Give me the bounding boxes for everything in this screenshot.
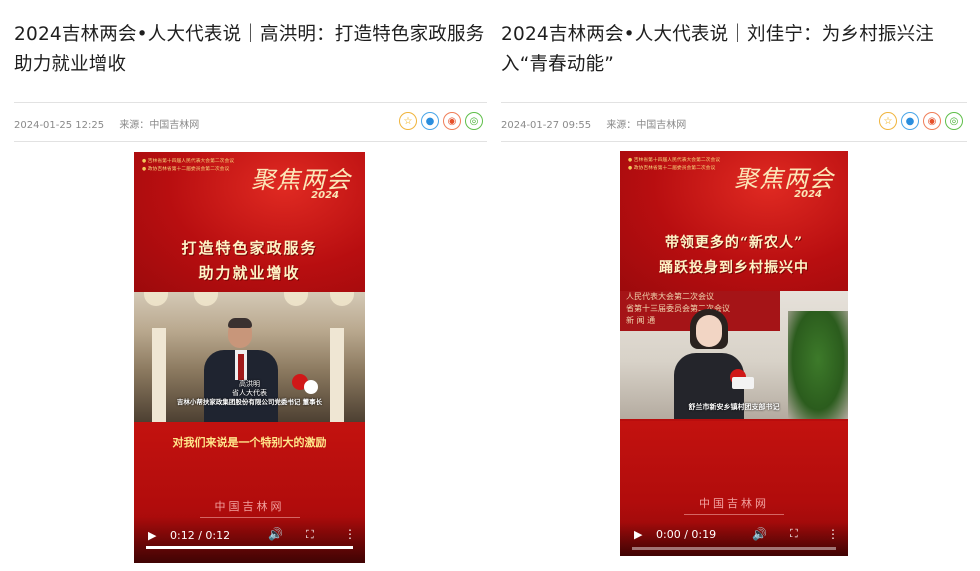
caption-name: 高洪明	[239, 380, 260, 388]
brand-year: 2024	[794, 189, 822, 200]
share-bar: ☆ ● ◉ ◎	[399, 112, 483, 130]
volume-icon[interactable]: 🔊	[268, 527, 283, 541]
emblem-line: 吉林省第十四届人民代表大会第二次会议	[628, 157, 720, 165]
share-bar: ☆ ● ◉ ◎	[879, 112, 963, 130]
favorite-icon[interactable]: ☆	[879, 112, 897, 130]
ceiling-lamp	[144, 292, 168, 306]
article-title[interactable]: 2024吉林两会•人大代表说｜刘佳宁：为乡村振兴注入“青春动能”	[501, 0, 967, 80]
article-card-2: 2024吉林两会•人大代表说｜刘佳宁：为乡村振兴注入“青春动能” 2024-01…	[501, 0, 967, 142]
backdrop-line: 人民代表大会第二次会议	[626, 292, 714, 301]
article-title[interactable]: 2024吉林两会•人大代表说｜高洪明：打造特色家政服务助力就业增收	[14, 0, 487, 80]
slogan-line: 助力就业增收	[198, 264, 301, 282]
video-header-graphic: 吉林省第十四届人民代表大会第二次会议 政协吉林省第十二届委员会第二次会议 聚焦两…	[134, 152, 365, 292]
slogan-line: 踊跃投身到乡村振兴中	[659, 260, 809, 276]
video-slogan: 带领更多的“新农人” 踊跃投身到乡村振兴中	[620, 231, 848, 281]
caption-role: 省人大代表	[232, 389, 267, 397]
progress-fill	[146, 546, 353, 549]
pillar	[330, 328, 344, 422]
slogan-line: 带领更多的“新农人”	[664, 235, 804, 251]
source-name: 中国吉林网	[149, 120, 200, 131]
source: 来源：中国吉林网	[119, 120, 199, 131]
publish-date: 2024-01-27 09:55	[501, 120, 592, 131]
source-name: 中国吉林网	[636, 120, 687, 131]
watermark-text: 中国吉林网	[214, 500, 285, 513]
volume-icon[interactable]: 🔊	[752, 527, 767, 541]
pillar	[152, 328, 166, 422]
microphone-icon	[732, 377, 754, 389]
play-icon[interactable]: ▶	[148, 529, 156, 542]
wechat-share-icon[interactable]: ◎	[465, 112, 483, 130]
article-info: 2024-01-25 12:25 来源：中国吉林网	[14, 116, 211, 131]
article-meta: 2024-01-25 12:25 来源：中国吉林网 ☆ ● ◉ ◎	[14, 102, 487, 142]
video-player[interactable]: 吉林省第十四届人民代表大会第二次会议 政协吉林省第十二届委员会第二次会议 聚焦两…	[620, 151, 848, 556]
meeting-emblems: 吉林省第十四届人民代表大会第二次会议 政协吉林省第十二届委员会第二次会议	[142, 158, 234, 174]
more-options-icon[interactable]: ⋮	[827, 527, 839, 541]
fullscreen-icon[interactable]: ⛶	[790, 527, 798, 541]
ceiling-lamp	[284, 292, 308, 306]
video-controls: ▶ 0:12 / 0:12 🔊 ⛶ ⋮	[134, 517, 365, 563]
fullscreen-icon[interactable]: ⛶	[306, 528, 314, 542]
video-time: 0:00 / 0:19	[656, 528, 717, 541]
video-subtitle: 对我们来说是一个特别大的激励	[172, 436, 327, 449]
meeting-emblems: 吉林省第十四届人民代表大会第二次会议 政协吉林省第十二届委员会第二次会议	[628, 157, 720, 173]
name-caption: 舒兰市新安乡镇村团支部书记	[688, 403, 780, 411]
emblem-line: 政协吉林省第十二届委员会第二次会议	[628, 165, 720, 173]
video-slogan: 打造特色家政服务 助力就业增收	[134, 236, 365, 286]
watermark: 中国吉林网	[134, 498, 365, 518]
play-icon[interactable]: ▶	[634, 528, 642, 541]
weibo-share-icon[interactable]: ◉	[443, 112, 461, 130]
caption-org: 吉林小帮扶家政集团股份有限公司党委书记 董事长	[176, 398, 323, 406]
video-player[interactable]: 吉林省第十四届人民代表大会第二次会议 政协吉林省第十二届委员会第二次会议 聚焦两…	[134, 152, 365, 563]
slogan-line: 打造特色家政服务	[181, 239, 318, 257]
article-info: 2024-01-27 09:55 来源：中国吉林网	[501, 116, 698, 131]
source: 来源：中国吉林网	[606, 120, 686, 131]
ceiling-lamp	[194, 292, 218, 306]
favorite-icon[interactable]: ☆	[399, 112, 417, 130]
video-controls: ▶ 0:00 / 0:19 🔊 ⛶ ⋮	[620, 522, 848, 556]
more-options-icon[interactable]: ⋮	[344, 527, 356, 541]
qq-share-icon[interactable]: ●	[901, 112, 919, 130]
qq-share-icon[interactable]: ●	[421, 112, 439, 130]
brand-year: 2024	[311, 190, 339, 201]
source-label: 来源：	[119, 120, 150, 131]
video-time: 0:12 / 0:12	[170, 529, 231, 542]
source-label: 来源：	[606, 120, 637, 131]
progress-bar[interactable]	[146, 546, 353, 549]
progress-bar[interactable]	[632, 547, 836, 550]
weibo-share-icon[interactable]: ◉	[923, 112, 941, 130]
emblem-line: 政协吉林省第十二届委员会第二次会议	[142, 166, 234, 174]
emblem-line: 吉林省第十四届人民代表大会第二次会议	[142, 158, 234, 166]
article-meta: 2024-01-27 09:55 来源：中国吉林网 ☆ ● ◉ ◎	[501, 102, 967, 142]
interview-scene: 人民代表大会第二次会议 省第十三届委员会第二次会议 新 闻 通	[620, 291, 848, 419]
video-header-graphic: 吉林省第十四届人民代表大会第二次会议 政协吉林省第十二届委员会第二次会议 聚焦两…	[620, 151, 848, 291]
article-card-1: 2024吉林两会•人大代表说｜高洪明：打造特色家政服务助力就业增收 2024-0…	[14, 0, 487, 142]
watermark: 中国吉林网	[620, 495, 848, 515]
watermark-text: 中国吉林网	[699, 497, 769, 510]
name-caption: 高洪明 省人大代表 吉林小帮扶家政集团股份有限公司党委书记 董事长	[134, 380, 365, 407]
wechat-share-icon[interactable]: ◎	[945, 112, 963, 130]
ceiling-lamp	[330, 292, 354, 306]
publish-date: 2024-01-25 12:25	[14, 120, 105, 131]
